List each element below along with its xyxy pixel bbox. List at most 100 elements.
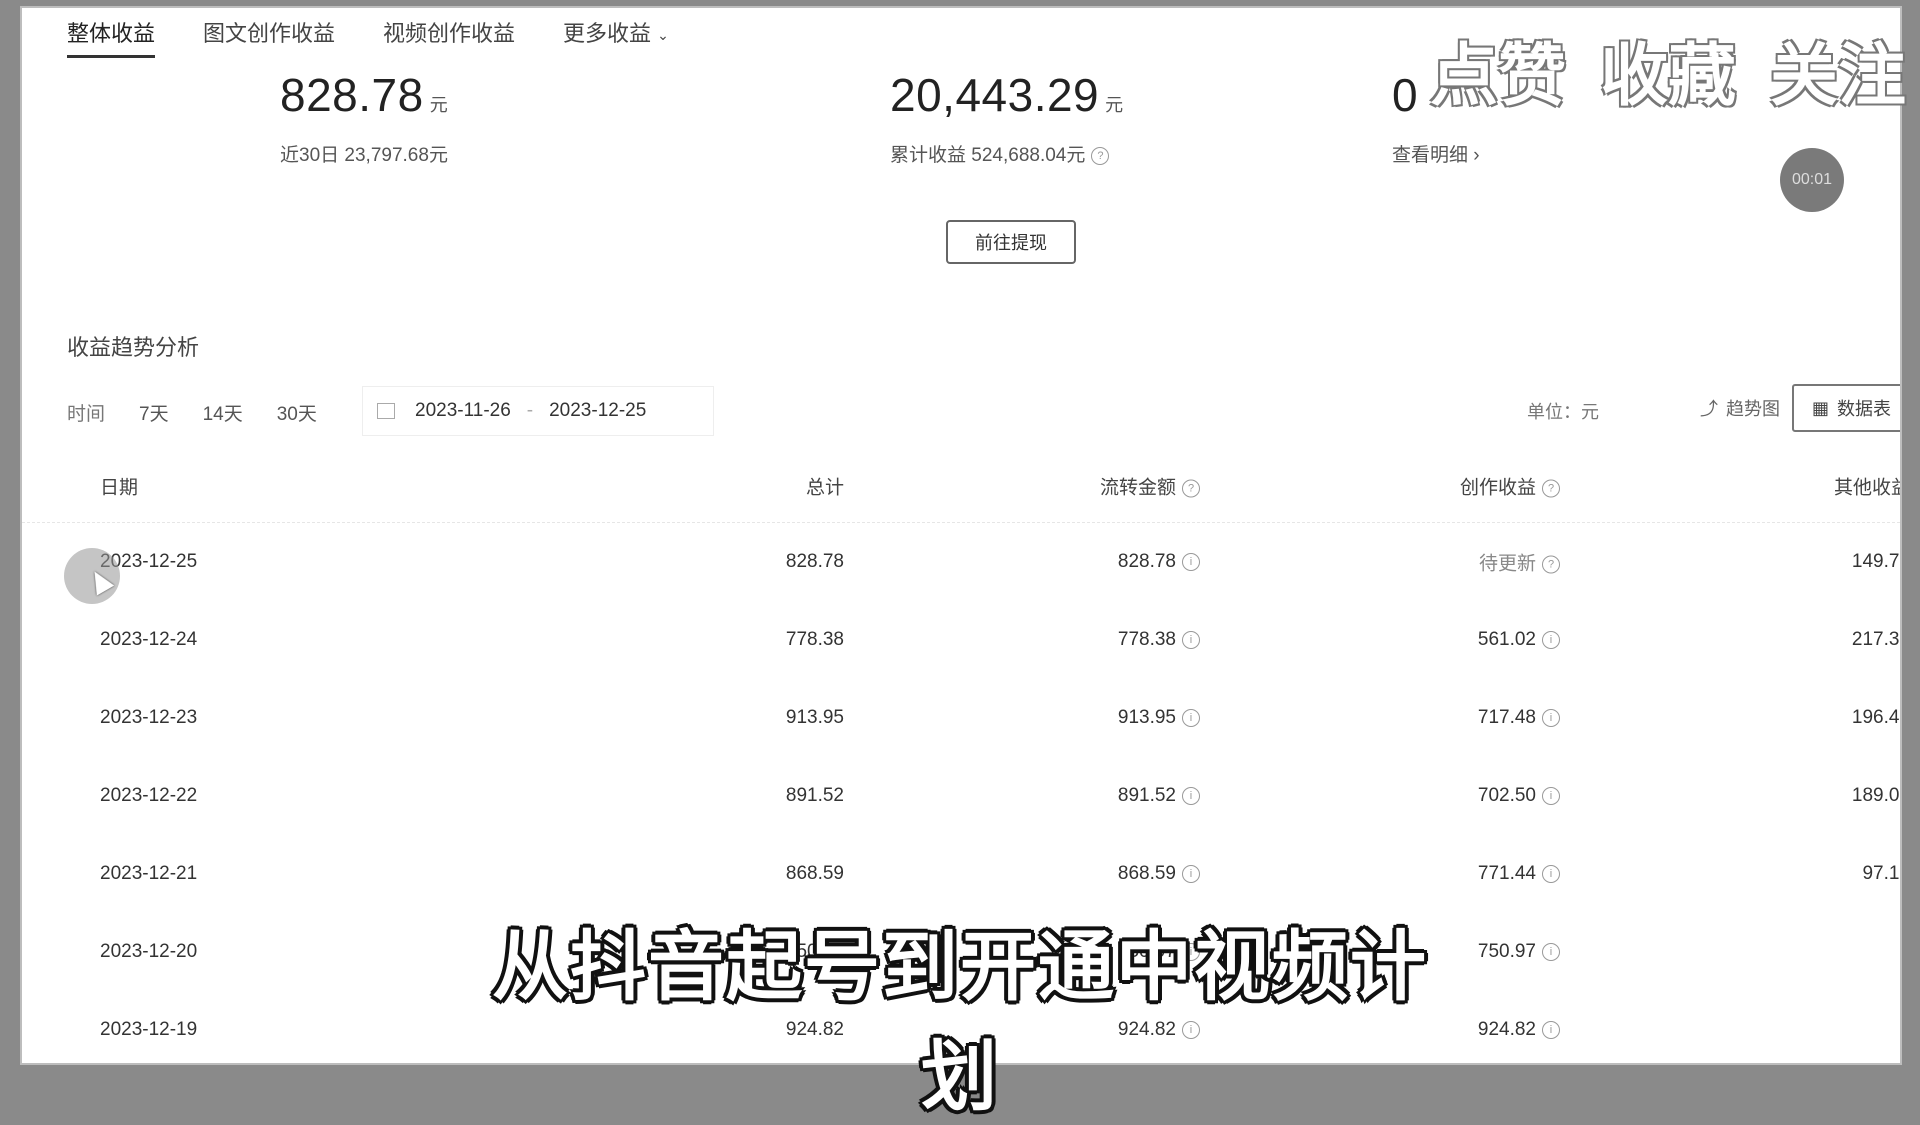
cell-flow: 868.59 i [1118,863,1200,885]
like-sticker: 点赞 [1430,37,1567,116]
range-end[interactable]: 2023-12-25 [549,400,646,422]
tab-label: 图文创作收益 [203,21,336,46]
info-icon[interactable]: i [1182,864,1200,883]
cell-creation: 717.48 i [1478,707,1560,729]
cell-flow: 913.95 i [1118,707,1200,729]
trend-view-label: 趋势图 [1726,399,1780,419]
favorite-sticker: 收藏 [1600,37,1737,116]
info-icon[interactable]: i [1182,786,1200,805]
time-filter: 时间 7天 14天 30天 [67,390,317,434]
cell-other: 189.02 [1851,785,1900,806]
stat-value: 828.78 [280,69,424,121]
section-title: 收益趋势分析 [67,335,200,360]
cell-creation: 561.02 i [1478,629,1560,651]
info-icon[interactable]: i [1542,942,1560,961]
info-icon[interactable]: i [1542,708,1560,727]
cell-total: 828.78 [785,551,844,572]
cell-flow: 828.78 i [1118,551,1200,573]
filter-30d[interactable]: 30天 [277,399,317,426]
stat-unit: 元 [1105,95,1124,115]
cell-total: 778.38 [785,629,844,650]
cell-value: 778.38 [1117,629,1176,650]
cell-value: 924.82 [1477,1019,1536,1040]
cell-value: 771.44 [1477,863,1536,884]
table-row: 2023-12-23 913.95 913.95 i 717.48 i 196.47 [22,679,1900,757]
info-icon[interactable]: ? [1542,555,1560,574]
tab-article[interactable]: 图文创作收益 [203,8,335,58]
calendar-icon [377,403,395,419]
cell-other: 196.47 [1851,707,1900,728]
info-icon[interactable]: i [1542,864,1560,883]
unit-label: 单位：元 [1527,402,1599,422]
revenue-tabs: 整体收益 图文创作收益 视频创作收益 更多收益 ⌄ [67,8,669,58]
cell-value: 828.78 [1117,551,1176,572]
cell-date: 2023-12-21 [100,863,198,884]
cell-date: 2023-12-23 [100,707,198,728]
cell-creation: 702.50 i [1478,785,1560,807]
stat-value: 0 [1392,69,1419,121]
tab-label: 更多收益 [563,21,652,46]
filter-7d[interactable]: 7天 [139,399,169,426]
info-icon[interactable]: i [1182,552,1200,571]
cell-value: 913.95 [1117,707,1176,728]
cell-total: 913.95 [785,707,844,728]
range-start[interactable]: 2023-11-26 [415,400,511,422]
cell-total: 891.52 [785,785,844,806]
table-row: 2023-12-24 778.38 778.38 i 561.02 i 217.36 [22,601,1900,679]
cell-creation: 750.97 i [1478,941,1560,963]
header-label: 流转金额 [1099,477,1176,499]
cell-other: 217.36 [1851,629,1900,650]
info-icon[interactable]: i [1542,1020,1560,1039]
info-icon[interactable]: i [1542,630,1560,649]
cell-flow: 891.52 i [1118,785,1200,807]
withdraw-button[interactable]: 前往提现 [946,220,1076,264]
help-icon[interactable]: ? [1542,479,1560,498]
cell-date: 2023-12-19 [100,1019,198,1040]
recording-timer: 00:01 [1780,148,1844,212]
table-row: 2023-12-25 828.78 828.78i 待更新? 149.70 [22,523,1900,601]
stat-sub: 近30日 23,797.68元 [280,145,448,166]
view-details-link[interactable]: 查看明细 › [1392,140,1480,167]
follow-sticker: 关注 [1770,37,1907,116]
stat-unit: 元 [429,95,448,115]
cell-creation: 771.44 i [1478,863,1560,885]
header-other: 其他收益 [1833,477,1900,499]
stat-sub: 累计收益 524,688.04元 [890,145,1086,166]
table-view-label: 数据表 [1837,399,1892,419]
cell-flow: 778.38 i [1118,629,1200,651]
tab-video[interactable]: 视频创作收益 [383,8,515,58]
help-icon[interactable]: ? [1182,479,1200,498]
table-row: 2023-12-21 868.59 868.59 i 771.44 i 97.15 [22,835,1900,913]
cell-other: 0 [1899,1019,1900,1041]
tab-label: 整体收益 [67,21,156,46]
cell-value: 750.97 [1477,941,1536,962]
trend-view-button[interactable]: ⤴ 趋势图 [1682,384,1802,432]
tab-overall[interactable]: 整体收益 [67,8,156,58]
video-subtitle: 从抖音起号到开通中视频计划 [492,922,1428,1121]
cell-total: 868.59 [785,863,844,884]
cell-value: 待更新 [1478,553,1536,575]
line-chart-icon: ⤴ [1700,399,1718,419]
stat-today: 828.78 元 近30日 23,797.68元 [280,68,448,167]
sticker-overlay: 点赞 收藏 关注 [1430,20,1906,119]
info-icon[interactable]: i [1182,630,1200,649]
filter-14d[interactable]: 14天 [203,399,243,426]
tab-more[interactable]: 更多收益 ⌄ [563,8,669,58]
stat-value: 20,443.29 [890,69,1100,121]
cell-other: 149.70 [1851,551,1900,572]
help-icon[interactable]: ? [1091,146,1110,165]
header-label: 创作收益 [1459,477,1536,499]
info-icon[interactable]: i [1542,786,1560,805]
header-creation: 创作收益? [1460,473,1560,500]
tab-label: 视频创作收益 [383,21,516,46]
date-range-picker[interactable]: 2023-11-26 - 2023-12-25 [362,386,714,436]
cell-creation: 924.82 i [1478,1019,1560,1041]
table-header: 日期 总计 流转金额? 创作收益? 其他收益 [22,450,1900,523]
cell-creation: 待更新? [1479,549,1560,576]
table-row: 2023-12-22 891.52 891.52 i 702.50 i 189.02 [22,757,1900,835]
cell-value: 717.48 [1477,707,1536,728]
info-icon[interactable]: i [1182,708,1200,727]
header-date: 日期 [100,477,139,499]
cell-value: 868.59 [1117,863,1176,884]
table-view-button[interactable]: ▦ 数据表 [1792,384,1900,432]
